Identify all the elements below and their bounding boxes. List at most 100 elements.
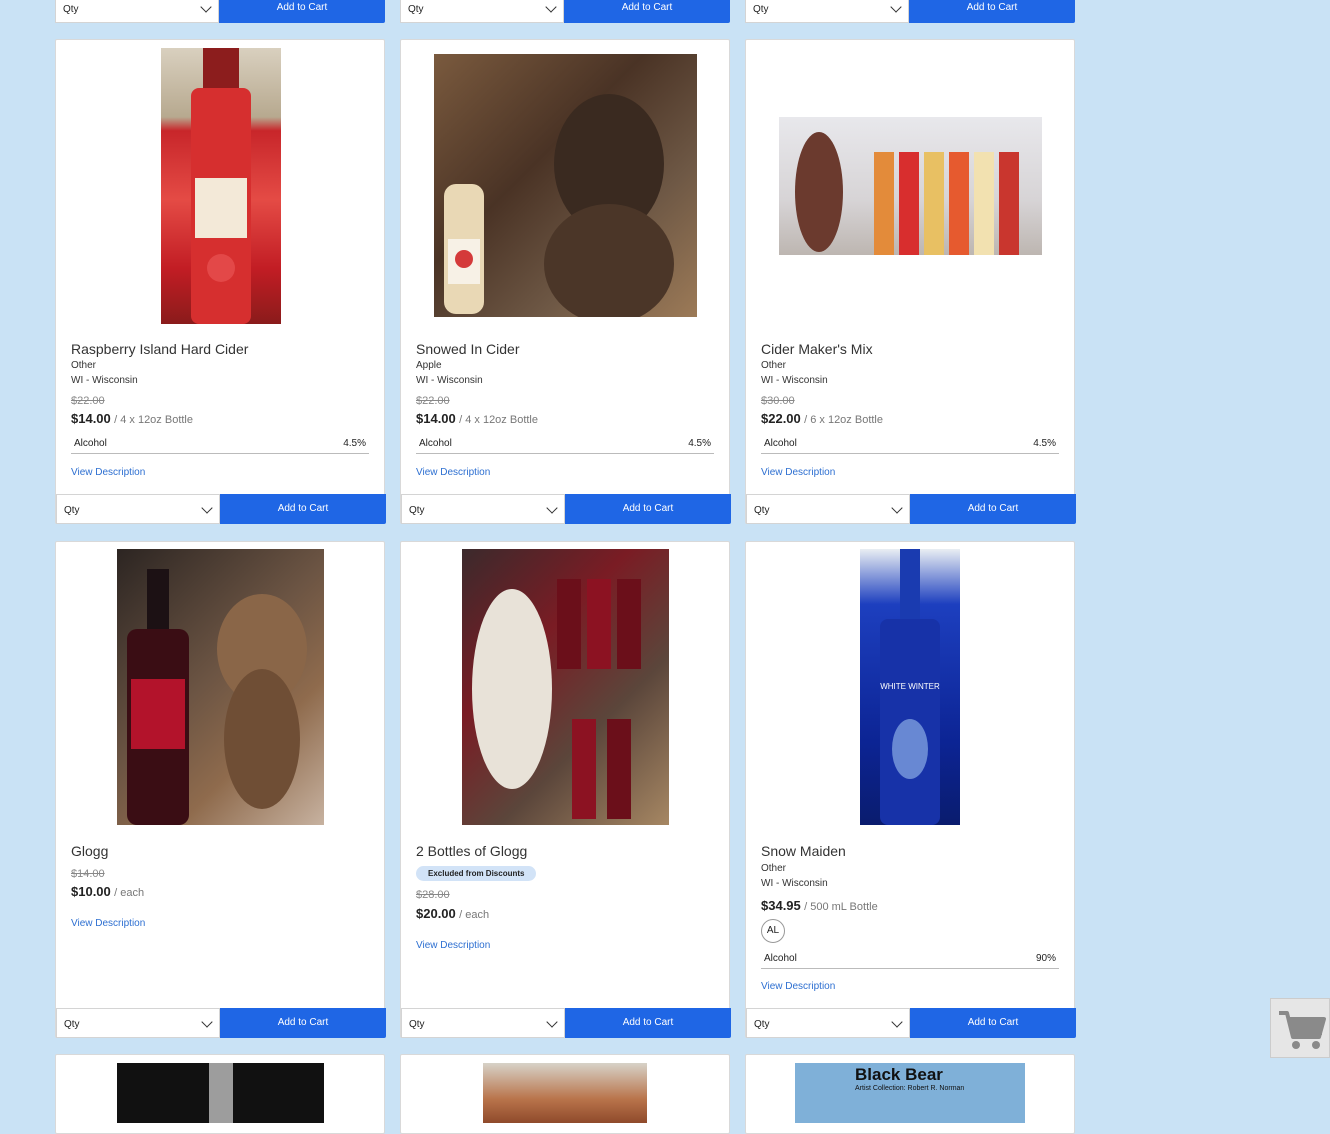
image-subtitle-text: Artist Collection: Robert R. Norman [855, 1085, 965, 1092]
svg-text:WHITE WINTER: WHITE WINTER [880, 682, 940, 691]
view-description-link[interactable]: View Description [71, 467, 145, 478]
product-image[interactable]: WHITE WINTER [860, 549, 960, 825]
qty-select[interactable]: Qty [745, 0, 909, 23]
image-title-text: Black Bear [855, 1065, 943, 1084]
qty-select[interactable]: Qty [56, 1008, 220, 1038]
price-unit: / 4 x 12oz Bottle [114, 414, 193, 426]
card-actions: Qty Add to Cart [746, 494, 1076, 524]
product-image[interactable] [483, 1063, 647, 1123]
card-actions: Qty Add to Cart [401, 494, 731, 524]
card-actions: Qty Add to Cart [400, 0, 730, 23]
qty-select[interactable]: Qty [56, 494, 220, 524]
chevron-down-icon [201, 1016, 213, 1028]
card-actions: Qty Add to Cart [401, 1008, 731, 1038]
add-to-cart-button[interactable]: Add to Cart [220, 1008, 386, 1038]
view-description-link[interactable]: View Description [416, 467, 490, 478]
shopping-cart-icon [1279, 1011, 1326, 1049]
chevron-down-icon [546, 502, 558, 514]
floating-cart-button[interactable] [1270, 998, 1330, 1058]
product-image[interactable] [462, 549, 669, 825]
bottles-illustration [795, 132, 1019, 255]
product-image[interactable] [779, 117, 1042, 255]
product-image[interactable] [434, 54, 697, 317]
glogg-bottle-illustration [127, 569, 307, 825]
alcohol-value: 90% [1035, 953, 1056, 964]
chevron-down-icon [545, 1, 557, 13]
qty-select[interactable]: Qty [401, 494, 565, 524]
product-card: Snowed In Cider Apple WI - Wisconsin $22… [400, 39, 731, 524]
add-to-cart-button[interactable]: Add to Cart [910, 1008, 1076, 1038]
view-description-link[interactable]: View Description [761, 981, 835, 992]
product-image[interactable] [117, 1063, 324, 1123]
price-value: $34.95 [761, 898, 801, 913]
chevron-down-icon [891, 502, 903, 514]
qty-label: Qty [64, 1019, 80, 1030]
qty-select[interactable]: Qty [55, 0, 219, 23]
view-description-link[interactable]: View Description [761, 467, 835, 478]
snow-maiden-bottle-illustration: WHITE WINTER [880, 549, 940, 825]
product-title[interactable]: 2 Bottles of Glogg [416, 843, 527, 859]
chevron-down-icon [890, 1, 902, 13]
bottle-illustration [209, 1063, 233, 1123]
qty-select[interactable]: Qty [746, 1008, 910, 1038]
view-description-link[interactable]: View Description [71, 918, 145, 929]
santa-bottles-illustration [472, 579, 641, 819]
product-card-top-2: Qty Add to Cart [400, 0, 730, 23]
add-to-cart-button[interactable]: Add to Cart [909, 0, 1075, 23]
alcohol-label: Alcohol [764, 953, 797, 964]
product-title[interactable]: Snowed In Cider [416, 341, 520, 357]
add-to-cart-button[interactable]: Add to Cart [910, 494, 1076, 524]
current-price: $22.00 / 6 x 12oz Bottle [761, 411, 883, 426]
card-actions: Qty Add to Cart [745, 0, 1075, 23]
dog-illustration [444, 94, 674, 317]
product-region: WI - Wisconsin [761, 878, 828, 889]
qty-label: Qty [754, 505, 770, 516]
view-description-link[interactable]: View Description [416, 940, 490, 951]
product-image[interactable]: Black Bear Artist Collection: Robert R. … [795, 1063, 1025, 1123]
alcohol-value: 4.5% [1033, 438, 1056, 449]
add-to-cart-button[interactable]: Add to Cart [564, 0, 730, 23]
chevron-down-icon [201, 502, 213, 514]
product-card: Glogg $14.00 $10.00 / each View Descript… [55, 541, 386, 1038]
product-title[interactable]: Snow Maiden [761, 843, 846, 859]
add-to-cart-button[interactable]: Add to Cart [565, 1008, 731, 1038]
product-title[interactable]: Raspberry Island Hard Cider [71, 341, 248, 357]
price-unit: / each [114, 887, 145, 899]
qty-label: Qty [409, 1019, 425, 1030]
product-card: 2 Bottles of Glogg Excluded from Discoun… [400, 541, 731, 1038]
price-unit: / 6 x 12oz Bottle [804, 414, 883, 426]
qty-label: Qty [63, 4, 79, 15]
alcohol-value: 4.5% [343, 438, 366, 449]
al-badge: AL [761, 919, 785, 943]
qty-label: Qty [64, 505, 80, 516]
current-price: $34.95 / 500 mL Bottle [761, 898, 878, 913]
product-image[interactable] [161, 48, 281, 324]
add-to-cart-button[interactable]: Add to Cart [219, 0, 385, 23]
qty-select[interactable]: Qty [401, 1008, 565, 1038]
price-unit: / 4 x 12oz Bottle [459, 414, 538, 426]
qty-select[interactable]: Qty [400, 0, 564, 23]
price-value: $14.00 [416, 411, 456, 426]
product-type: Other [761, 863, 787, 874]
alcohol-label: Alcohol [74, 438, 107, 449]
product-type: Other [71, 360, 97, 371]
product-card: Cider Maker's Mix Other WI - Wisconsin $… [745, 39, 1076, 524]
qty-label: Qty [409, 505, 425, 516]
price-value: $10.00 [71, 884, 111, 899]
product-type: Apple [416, 360, 442, 371]
add-to-cart-button[interactable]: Add to Cart [565, 494, 731, 524]
qty-select[interactable]: Qty [746, 494, 910, 524]
price-unit: / 500 mL Bottle [804, 901, 878, 913]
product-card-top-1: Qty Add to Cart [55, 0, 385, 23]
product-region: WI - Wisconsin [71, 375, 138, 386]
original-price: $30.00 [761, 395, 795, 407]
add-to-cart-button[interactable]: Add to Cart [220, 494, 386, 524]
alcohol-label: Alcohol [764, 438, 797, 449]
product-image[interactable] [117, 549, 324, 825]
product-title[interactable]: Cider Maker's Mix [761, 341, 873, 357]
product-title[interactable]: Glogg [71, 843, 108, 859]
current-price: $10.00 / each [71, 884, 144, 899]
product-type: Other [761, 360, 787, 371]
bottle-illustration [191, 48, 251, 324]
product-card: Black Bear Artist Collection: Robert R. … [745, 1054, 1075, 1134]
